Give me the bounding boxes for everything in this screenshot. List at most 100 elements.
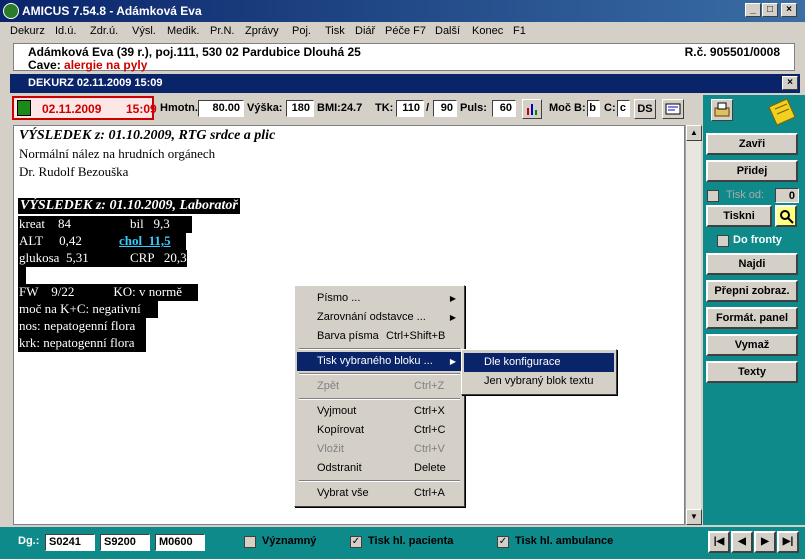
minimize-button[interactable]: _: [745, 3, 761, 17]
menu-prn[interactable]: Pr.N.: [210, 25, 234, 37]
print-preview-icon[interactable]: [775, 205, 797, 227]
menu-konec[interactable]: Konec: [472, 25, 503, 37]
significant-checkbox[interactable]: [244, 536, 256, 548]
bp-systolic-field[interactable]: 110: [396, 100, 424, 117]
lab-alt: ALT 0,42: [18, 233, 116, 250]
urine-b-field[interactable]: b: [587, 100, 600, 117]
ds-button[interactable]: DS: [634, 99, 656, 119]
menu-medik[interactable]: Medik.: [167, 25, 199, 37]
menu-separator: [299, 398, 460, 400]
menu-idu[interactable]: Id.ú.: [55, 25, 76, 37]
menu-dekurz[interactable]: Dekurz: [10, 25, 45, 37]
first-record-icon[interactable]: |◀: [708, 531, 730, 553]
menu-separator: [299, 480, 460, 482]
editor-scrollbar[interactable]: ▲ ▼: [685, 125, 702, 525]
submenu-arrow-icon: ▶: [449, 294, 456, 303]
card-icon[interactable]: [662, 99, 684, 119]
format-panel-button[interactable]: Formát. panel: [706, 307, 798, 329]
close-record-button[interactable]: Zavři: [706, 133, 798, 155]
menu-item-delete[interactable]: Odstranit Delete: [297, 459, 462, 478]
print-ambulance-checkbox[interactable]: ✓: [497, 536, 509, 548]
height-field[interactable]: 180: [286, 100, 314, 117]
bp-separator: /: [426, 102, 430, 114]
urine-culture-line: moč na K+C: negativní: [18, 301, 158, 318]
menu-poj[interactable]: Poj.: [292, 25, 311, 37]
print-ambulance-label: Tisk hl. ambulance: [515, 535, 614, 547]
menu-item-paste: Vložit Ctrl+V: [317, 443, 445, 455]
menu-zpravy[interactable]: Zprávy: [245, 25, 279, 37]
menu-separator: [299, 373, 460, 375]
diagnosis-field-3[interactable]: M0600: [155, 534, 205, 551]
lab-bil: bil 9,3: [122, 216, 192, 233]
urine-label: Moč B:: [549, 102, 586, 114]
result-heading-lab: VÝSLEDEK z: 01.10.2009, Laboratoř: [18, 198, 240, 214]
nose-culture-line: nos: nepatogenní flora: [18, 318, 146, 335]
printer-lock-icon[interactable]: [711, 99, 733, 121]
next-record-icon[interactable]: ▶: [754, 531, 776, 553]
menu-diar[interactable]: Diář: [355, 25, 375, 37]
scroll-up-icon[interactable]: ▲: [686, 125, 702, 141]
delete-button[interactable]: Vymaž: [706, 334, 798, 356]
app-title: AMICUS 7.54.8 - Adámková Eva: [22, 4, 202, 18]
menu-vysl[interactable]: Výsl.: [132, 25, 156, 37]
print-button[interactable]: Tiskni: [706, 205, 772, 227]
menu-help[interactable]: F1: [513, 25, 526, 37]
texts-button[interactable]: Texty: [706, 361, 798, 383]
menu-item-align[interactable]: Zarovnání odstavce ... ▶: [297, 308, 462, 327]
dekurz-close-button[interactable]: ×: [782, 76, 798, 90]
patient-line: Adámková Eva (39 r.), poj.111, 530 02 Pa…: [28, 45, 361, 59]
height-label: Výška:: [247, 102, 283, 114]
urine-c-label: C:: [604, 102, 616, 114]
last-record-icon[interactable]: ▶|: [777, 531, 799, 553]
menu-dalsi[interactable]: Další: [435, 25, 460, 37]
selection-block: [18, 267, 26, 284]
submenu-item-selected-only[interactable]: Jen vybraný blok textu: [464, 372, 614, 391]
menu-tisk[interactable]: Tisk: [325, 25, 345, 37]
throat-culture-line: krk: nepatogenní flora: [18, 335, 146, 352]
print-block-submenu: Dle konfigurace Jen vybraný blok textu: [461, 349, 617, 395]
weight-field[interactable]: 80.00: [198, 100, 244, 117]
submenu-item-by-config[interactable]: Dle konfigurace: [464, 353, 614, 372]
patient-info: Adámková Eva (39 r.), poj.111, 530 02 Pa…: [13, 43, 795, 72]
print-patient-label: Tisk hl. pacienta: [368, 535, 454, 547]
bmi-value: BMI:24.7: [317, 102, 363, 114]
print-from-field[interactable]: 0: [775, 188, 799, 203]
notebook-icon[interactable]: [765, 97, 799, 127]
result-heading-rtg: VÝSLEDEK z: 01.10.2009, RTG srdce a plic: [19, 128, 276, 143]
weight-label: Hmotn.:: [160, 102, 202, 114]
chart-icon[interactable]: [522, 99, 542, 119]
bottom-bar: Dg.: S0241 S9200 M0600 Významný ✓ Tisk h…: [0, 527, 805, 559]
menu-item-select-all[interactable]: Vybrat vše Ctrl+A: [297, 484, 462, 503]
date-box[interactable]: 02.11.2009 15:09: [12, 96, 157, 120]
previous-record-icon[interactable]: ◀: [731, 531, 753, 553]
urine-c-field[interactable]: c: [617, 100, 630, 117]
lab-kreat: kreat 84: [18, 216, 122, 233]
add-button[interactable]: Přidej: [706, 160, 798, 182]
vitals-toolbar: 02.11.2009 15:09 Hmotn.: 80.00 Výška: 18…: [10, 95, 700, 123]
menu-bar: Dekurz Id.ú. Zdr.ú. Výsl. Medik. Pr.N. Z…: [0, 22, 805, 42]
bp-diastolic-field[interactable]: 90: [433, 100, 457, 117]
menu-zdru[interactable]: Zdr.ú.: [90, 25, 118, 37]
menu-item-undo: Zpět Ctrl+Z: [317, 380, 445, 392]
diagnosis-field-1[interactable]: S0241: [45, 534, 95, 551]
menu-pece[interactable]: Péče F7: [385, 25, 426, 37]
context-menu: Písmo ... ▶ Zarovnání odstavce ... ▶ Barva…: [294, 285, 465, 507]
switch-view-button[interactable]: Přepni zobraz.: [706, 280, 798, 302]
menu-item-print-block[interactable]: Tisk vybraného bloku ... ▶: [297, 352, 462, 371]
scroll-down-icon[interactable]: ▼: [686, 509, 702, 525]
menu-item-cut[interactable]: Vyjmout Ctrl+X: [297, 402, 462, 421]
find-button[interactable]: Najdi: [706, 253, 798, 275]
print-patient-checkbox[interactable]: ✓: [350, 536, 362, 548]
print-from-checkbox[interactable]: [707, 190, 719, 202]
menu-item-copy[interactable]: Kopírovat Ctrl+C: [297, 421, 462, 440]
queue-checkbox[interactable]: [717, 235, 729, 247]
maximize-button[interactable]: □: [762, 3, 778, 17]
diagnosis-field-2[interactable]: S9200: [100, 534, 150, 551]
pulse-field[interactable]: 60: [492, 100, 516, 117]
lab-crp: CRP 20,3: [122, 250, 187, 267]
rtg-finding: Normální nález na hrudních orgánech: [19, 146, 216, 161]
menu-item-color[interactable]: Barva písma Ctrl+Shift+B: [297, 327, 462, 346]
dekurz-title-bar: DEKURZ 02.11.2009 15:09 ×: [10, 74, 800, 93]
close-button[interactable]: ×: [781, 3, 797, 17]
menu-item-font[interactable]: Písmo ... ▶: [297, 289, 462, 308]
